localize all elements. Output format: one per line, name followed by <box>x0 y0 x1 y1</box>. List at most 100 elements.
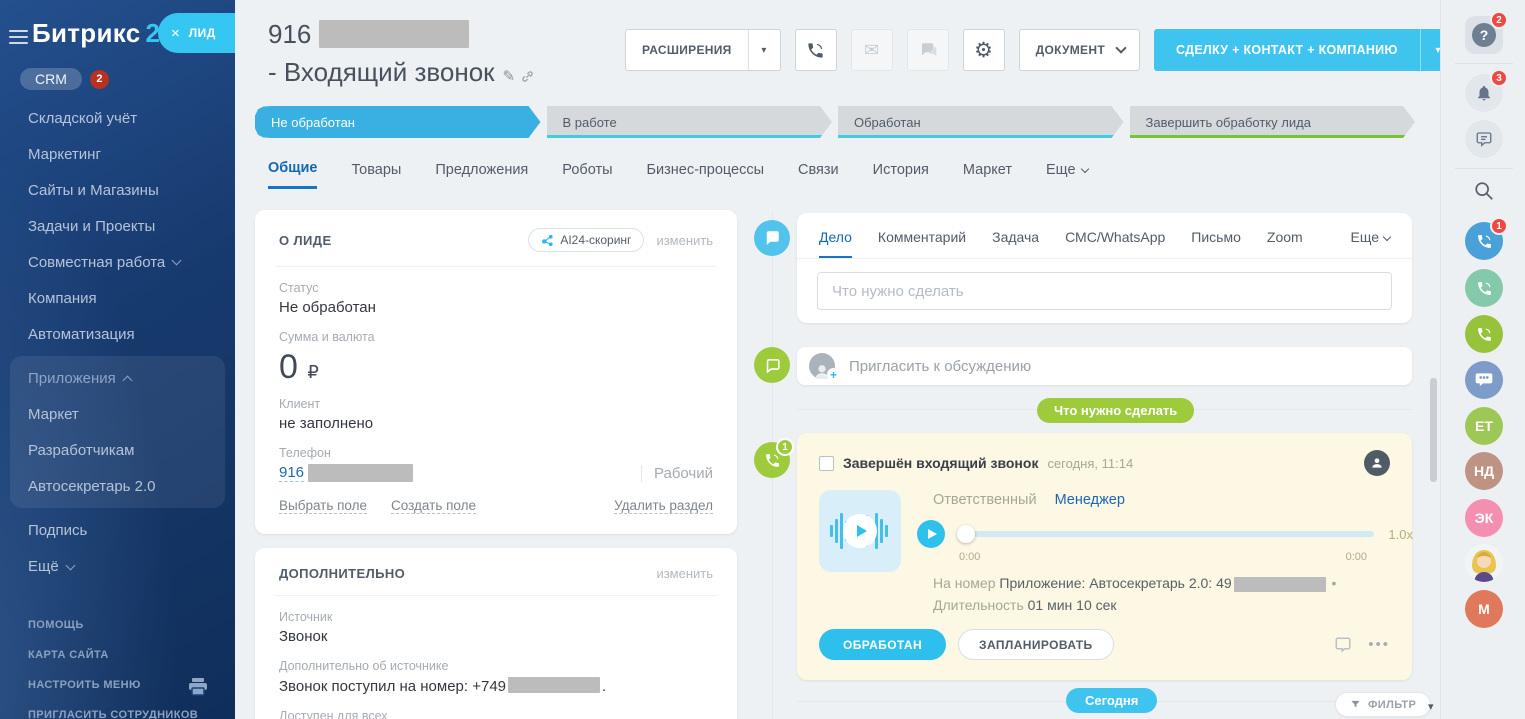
tab-robots[interactable]: Роботы <box>562 162 612 188</box>
stage-finish-processing[interactable]: Завершить обработку лида <box>1130 106 1416 138</box>
phone-link[interactable]: 916 <box>279 464 305 482</box>
settings-button[interactable]: ⚙ <box>962 29 1005 71</box>
processed-button[interactable]: ОБРАБОТАН <box>819 629 947 661</box>
sidebar-item-apps[interactable]: Приложения <box>10 360 225 396</box>
sidebar-item-automation[interactable]: Автоматизация <box>0 316 235 352</box>
hamburger-menu-icon[interactable] <box>9 26 28 48</box>
tl-tab-sms[interactable]: СМС/WhatsApp <box>1065 229 1165 258</box>
sidebar-item-invite-employees[interactable]: ПРИГЛАСИТЬ СОТРУДНИКОВ <box>0 700 235 719</box>
sidebar-item-sites[interactable]: Сайты и Магазины <box>0 172 235 208</box>
tl-tab-task[interactable]: Задача <box>992 229 1039 258</box>
filter-button[interactable]: ФИЛЬТР <box>1335 692 1432 717</box>
scrollbar-thumb[interactable] <box>1430 378 1437 482</box>
printer-icon[interactable] <box>188 678 208 701</box>
messenger-button[interactable] <box>1465 120 1503 158</box>
amount-value[interactable]: 0 ₽ <box>279 348 713 387</box>
create-field-link[interactable]: Создать поле <box>391 498 477 514</box>
slider-handle[interactable] <box>957 525 975 543</box>
tab-history[interactable]: История <box>873 162 929 188</box>
sidebar-item-collaboration[interactable]: Совместная работа <box>0 244 235 280</box>
activity-composer-icon[interactable] <box>754 220 790 256</box>
user-avatar-m[interactable]: М <box>1465 590 1503 628</box>
tl-tab-activity[interactable]: Дело <box>819 229 852 258</box>
tl-tab-comment[interactable]: Комментарий <box>878 229 966 258</box>
user-avatar-photo[interactable] <box>1465 544 1503 582</box>
sidebar-item-crm[interactable]: CRM <box>20 68 82 90</box>
tl-tab-more[interactable]: Еще <box>1351 229 1392 258</box>
play-icon[interactable] <box>843 514 877 548</box>
tab-quotes[interactable]: Предложения <box>435 162 528 188</box>
tab-links[interactable]: Связи <box>798 162 839 188</box>
extensions-caret[interactable]: ▾ <box>747 30 780 70</box>
delete-section-link[interactable]: Удалить раздел <box>614 498 713 514</box>
search-button[interactable] <box>1465 172 1503 210</box>
sidebar-item-more[interactable]: Ещё <box>0 548 235 584</box>
call-button[interactable] <box>794 29 837 71</box>
tab-general[interactable]: Общие <box>268 160 318 189</box>
sidebar-item-inventory[interactable]: Складской учёт <box>0 100 235 136</box>
stage-in-progress[interactable]: В работе <box>547 106 833 138</box>
sidebar-item-signature[interactable]: Подпись <box>0 512 235 548</box>
sidebar-item-marketing[interactable]: Маркетинг <box>0 136 235 172</box>
todo-badge[interactable]: Что нужно сделать <box>1037 398 1195 423</box>
user-avatar-nd[interactable]: НД <box>1465 452 1503 490</box>
select-field-link[interactable]: Выбрать поле <box>279 498 368 514</box>
close-icon[interactable]: × <box>171 26 180 41</box>
sidebar-item-company[interactable]: Компания <box>0 280 235 316</box>
responsible-link[interactable]: Менеджер <box>1055 492 1125 508</box>
stage-not-processed[interactable]: Не обработан <box>255 106 541 138</box>
tab-market[interactable]: Маркет <box>963 162 1012 188</box>
link-icon[interactable] <box>521 59 534 89</box>
playback-speed[interactable]: 1.0x <box>1388 527 1413 542</box>
note-icon[interactable] <box>1334 636 1352 654</box>
status-value[interactable]: Не обработан <box>279 299 713 316</box>
scroll-down-icon[interactable]: ▾ <box>1428 700 1434 713</box>
ai-scoring-button[interactable]: AI24-скоринг <box>528 228 645 252</box>
tab-more[interactable]: Еще <box>1046 162 1089 188</box>
app-logo[interactable]: Битрикс24 <box>32 18 175 49</box>
convert-lead-button[interactable]: СДЕЛКУ + КОНТАКТ + КОМПАНИЮ ▾ <box>1153 29 1456 71</box>
schedule-button[interactable]: ЗАПЛАНИРОВАТЬ <box>958 629 1114 661</box>
tl-tab-email[interactable]: Письмо <box>1191 229 1241 258</box>
audio-waveform-thumbnail[interactable] <box>819 490 901 572</box>
more-actions-icon[interactable]: ••• <box>1368 636 1390 653</box>
sidebar-item-autosecretary[interactable]: Автосекретарь 2.0 <box>10 468 225 504</box>
extensions-button[interactable]: РАСШИРЕНИЯ ▾ <box>625 29 781 71</box>
invite-discussion-bar[interactable]: + Пригласить к обсуждению <box>797 347 1412 385</box>
tab-business-processes[interactable]: Бизнес-процессы <box>647 162 765 188</box>
user-avatar-et[interactable]: ЕТ <box>1465 407 1503 445</box>
call-app-teal-button[interactable] <box>1465 269 1503 307</box>
discussion-icon[interactable] <box>754 347 790 383</box>
client-value[interactable]: не заполнено <box>279 415 713 432</box>
play-button[interactable] <box>917 520 945 548</box>
help-button[interactable]: ? 2 <box>1465 11 1508 54</box>
document-button[interactable]: ДОКУМЕНТ <box>1018 29 1140 71</box>
edit-lead-link[interactable]: изменить <box>656 233 713 248</box>
edit-additional-link[interactable]: изменить <box>656 566 713 581</box>
tl-tab-zoom[interactable]: Zoom <box>1267 229 1303 258</box>
todo-input[interactable] <box>817 272 1392 310</box>
source-value[interactable]: Звонок <box>279 628 713 645</box>
tab-products[interactable]: Товары <box>351 162 401 188</box>
notifications-button[interactable]: 3 <box>1465 69 1508 112</box>
call-app-green-button[interactable] <box>1465 315 1503 353</box>
chevron-down-icon <box>171 255 182 266</box>
edit-title-icon[interactable]: ✎ <box>503 68 516 85</box>
sidebar-item-market[interactable]: Маркет <box>10 396 225 432</box>
responsible-avatar[interactable] <box>1364 450 1390 476</box>
sidebar-item-sitemap[interactable]: КАРТА САЙТА <box>0 640 235 670</box>
call-title[interactable]: Завершён входящий звонок <box>843 455 1038 471</box>
stage-processed[interactable]: Обработан <box>838 106 1124 138</box>
mail-icon: ✉ <box>864 40 880 60</box>
sidebar-item-tasks[interactable]: Задачи и Проекты <box>0 208 235 244</box>
incoming-call-icon[interactable]: 1 <box>754 438 794 478</box>
sidebar-item-developers[interactable]: Разработчикам <box>10 432 225 468</box>
sidebar-item-help[interactable]: ПОМОЩЬ <box>0 610 235 640</box>
seek-slider[interactable] <box>957 525 1375 543</box>
user-avatar-ek[interactable]: ЭК <box>1465 499 1503 537</box>
call-checkbox[interactable] <box>819 455 834 471</box>
tab-lead[interactable]: × ЛИД <box>158 13 235 53</box>
telephony-button[interactable]: 1 <box>1465 217 1508 260</box>
today-badge[interactable]: Сегодня <box>1066 688 1158 713</box>
group-chat-button[interactable] <box>1465 361 1503 399</box>
